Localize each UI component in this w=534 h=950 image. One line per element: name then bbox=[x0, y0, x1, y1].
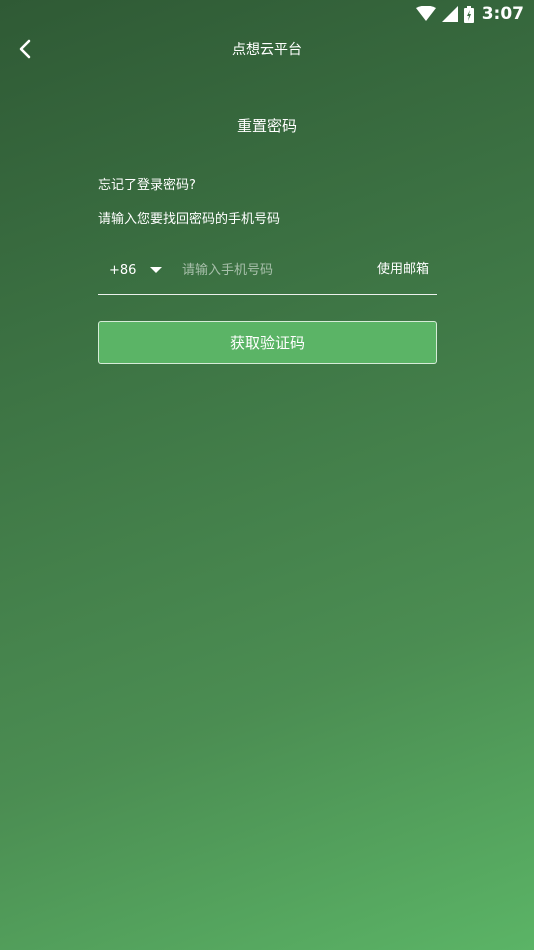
enter-phone-instruction: 请输入您要找回密码的手机号码 bbox=[98, 212, 281, 227]
phone-input-row: +86 使用邮箱 bbox=[98, 250, 437, 295]
app-title: 点想云平台 bbox=[232, 42, 302, 58]
country-code-select[interactable]: +86 bbox=[98, 258, 170, 282]
get-verification-code-button[interactable]: 获取验证码 bbox=[98, 321, 437, 364]
battery-icon bbox=[463, 5, 474, 23]
wifi-icon bbox=[415, 6, 436, 22]
use-email-link[interactable]: 使用邮箱 bbox=[377, 260, 429, 280]
reset-password-screen: 3:07 点想云平台 重置密码 忘记了登录密码? 请输入您要找回密码的手机号码 … bbox=[0, 0, 534, 950]
forgot-password-prompt: 忘记了登录密码? bbox=[98, 178, 196, 193]
phone-number-input[interactable] bbox=[178, 258, 362, 282]
status-bar: 3:07 bbox=[0, 0, 534, 28]
caret-down-icon bbox=[150, 267, 163, 273]
page-title: 重置密码 bbox=[236, 117, 297, 135]
country-code-value: +86 bbox=[109, 262, 137, 278]
status-time: 3:07 bbox=[481, 4, 524, 24]
app-bar: 点想云平台 bbox=[0, 30, 534, 70]
status-icons: 3:07 bbox=[415, 4, 524, 24]
cellular-signal-icon bbox=[441, 6, 458, 22]
